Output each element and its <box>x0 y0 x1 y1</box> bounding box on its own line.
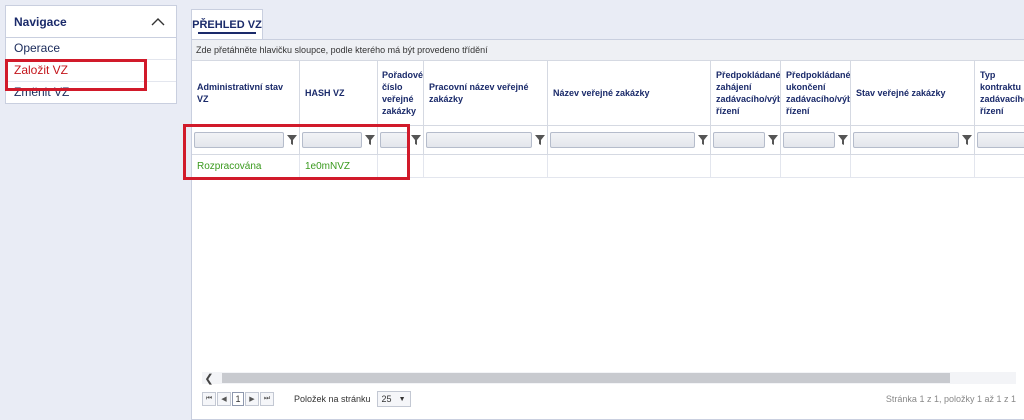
filter-cell <box>975 126 1024 154</box>
data-grid: Administrativní stav VZ HASH VZ Pořadové… <box>192 61 1024 178</box>
cell-pracovni-nazev <box>424 155 548 177</box>
grid-header-row: Administrativní stav VZ HASH VZ Pořadové… <box>192 61 1024 126</box>
funnel-icon[interactable] <box>698 134 708 146</box>
grid-panel: Zde přetáhněte hlavičku sloupce, podle k… <box>191 39 1024 420</box>
column-header-typ-kontraktu[interactable]: Typ kontraktu zadávacího řízení <box>975 61 1024 125</box>
cell-poradove-cislo <box>378 155 424 177</box>
last-page-icon[interactable]: ⏭ <box>260 392 274 406</box>
scroll-left-icon[interactable]: ❮ <box>202 372 216 385</box>
column-header-datum-zahajeni[interactable]: Předpokládané datum zahájení zadávacího/… <box>711 61 781 125</box>
tab-prehled-vz[interactable]: PŘEHLED VZ <box>191 9 263 39</box>
column-header-poradove-cislo[interactable]: Pořadové číslo veřejné zakázky <box>378 61 424 125</box>
filter-input-stav[interactable] <box>853 132 959 148</box>
navigation-header[interactable]: Navigace <box>6 6 176 38</box>
navigation-panel: Navigace Operace Založit VZ Změnit VZ <box>5 5 177 104</box>
filter-input-poradove-cislo[interactable] <box>380 132 408 148</box>
nav-item-zalozit-vz[interactable]: Založit VZ <box>6 60 176 82</box>
filter-cell <box>851 126 975 154</box>
column-header-datum-ukonceni[interactable]: Předpokládané datum ukončení zadávacího/… <box>781 61 851 125</box>
horizontal-scrollbar[interactable]: ❮ <box>202 372 1016 385</box>
filter-cell <box>781 126 851 154</box>
filter-input-admin-stav[interactable] <box>194 132 284 148</box>
funnel-icon[interactable] <box>411 134 421 146</box>
filter-input-nazev[interactable] <box>550 132 695 148</box>
next-page-icon[interactable]: ▶ <box>245 392 259 406</box>
funnel-icon[interactable] <box>535 134 545 146</box>
prev-page-icon[interactable]: ◀ <box>217 392 231 406</box>
funnel-icon[interactable] <box>962 134 972 146</box>
filter-input-typ-kontraktu[interactable] <box>977 132 1024 148</box>
nav-item-operace[interactable]: Operace <box>6 38 176 60</box>
cell-datum-ukonceni <box>781 155 851 177</box>
first-page-icon[interactable]: ⏮ <box>202 392 216 406</box>
filter-input-datum-zahajeni[interactable] <box>713 132 765 148</box>
pager: ⏮ ◀ 1 ▶ ⏭ Položek na stránku 25 ▼ Stránk… <box>192 386 1024 412</box>
per-page-select[interactable]: 25 ▼ <box>376 391 411 407</box>
funnel-icon[interactable] <box>287 134 297 146</box>
filter-cell <box>192 126 300 154</box>
current-page[interactable]: 1 <box>232 392 244 406</box>
filter-input-pracovni-nazev[interactable] <box>426 132 532 148</box>
funnel-icon[interactable] <box>768 134 778 146</box>
cell-admin-stav: Rozpracována <box>192 155 300 177</box>
per-page-value: 25 <box>381 394 392 404</box>
column-header-hash[interactable]: HASH VZ <box>300 61 378 125</box>
tab-label: PŘEHLED VZ <box>192 18 262 31</box>
navigation-title: Navigace <box>14 14 67 29</box>
column-header-stav[interactable]: Stav veřejné zakázky <box>851 61 975 125</box>
column-header-admin-stav[interactable]: Administrativní stav VZ <box>192 61 300 125</box>
filter-input-datum-ukonceni[interactable] <box>783 132 835 148</box>
grid-filter-row <box>192 126 1024 155</box>
cell-typ-kontraktu <box>975 155 1024 177</box>
group-by-drop-zone[interactable]: Zde přetáhněte hlavičku sloupce, podle k… <box>192 40 1024 61</box>
caret-down-icon: ▼ <box>398 395 406 403</box>
funnel-icon[interactable] <box>365 134 375 146</box>
nav-item-zmenit-vz[interactable]: Změnit VZ <box>6 82 176 103</box>
chevron-up-icon[interactable] <box>150 14 166 30</box>
cell-stav <box>851 155 975 177</box>
funnel-icon[interactable] <box>838 134 848 146</box>
filter-cell <box>300 126 378 154</box>
cell-datum-zahajeni <box>711 155 781 177</box>
pager-info: Stránka 1 z 1, položky 1 až 1 z 1 <box>885 394 1016 404</box>
filter-cell <box>378 126 424 154</box>
column-header-pracovni-nazev[interactable]: Pracovní název veřejné zakázky <box>424 61 548 125</box>
filter-cell <box>711 126 781 154</box>
scrollbar-thumb[interactable] <box>222 373 950 383</box>
cell-hash: 1e0mNVZ <box>300 155 378 177</box>
filter-cell <box>424 126 548 154</box>
table-row[interactable]: Rozpracována 1e0mNVZ <box>192 155 1024 178</box>
column-header-nazev[interactable]: Název veřejné zakázky <box>548 61 711 125</box>
filter-input-hash[interactable] <box>302 132 362 148</box>
cell-nazev <box>548 155 711 177</box>
per-page-label: Položek na stránku <box>294 394 371 404</box>
filter-cell <box>548 126 711 154</box>
